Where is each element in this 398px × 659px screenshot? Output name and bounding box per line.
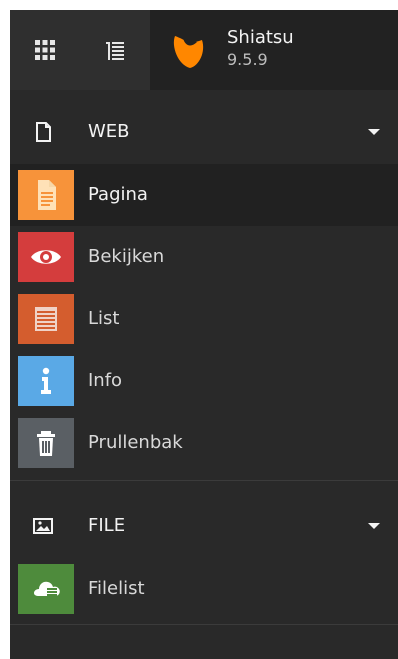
- image-icon: [31, 514, 55, 538]
- page-icon: [18, 170, 74, 220]
- section-divider: [10, 480, 398, 481]
- section-web[interactable]: WEB: [10, 100, 398, 164]
- filelist-icon: [18, 564, 74, 614]
- info-icon: [18, 356, 74, 406]
- module-info-label: Info: [88, 370, 123, 391]
- bottom-padding: [10, 625, 398, 659]
- module-bekijken[interactable]: Bekijken: [10, 226, 398, 288]
- module-list[interactable]: List: [10, 288, 398, 350]
- site-brand[interactable]: Shiatsu 9.5.9: [150, 10, 398, 90]
- document-icon: [31, 120, 55, 144]
- section-file-label: FILE: [88, 515, 126, 536]
- topbar-left: [10, 10, 150, 90]
- section-web-label: WEB: [88, 121, 130, 142]
- tree-list-icon: [105, 40, 125, 60]
- apps-grid-icon: [34, 39, 56, 61]
- eye-icon: [18, 232, 74, 282]
- site-version: 9.5.9: [227, 50, 268, 69]
- module-bekijken-label: Bekijken: [88, 246, 165, 267]
- module-prullenbak-label: Prullenbak: [88, 432, 183, 453]
- caret-down-icon[interactable]: [366, 520, 382, 532]
- topbar: Shiatsu 9.5.9: [10, 10, 398, 90]
- list-icon: [18, 294, 74, 344]
- module-pagina[interactable]: Pagina: [10, 164, 398, 226]
- section-file[interactable]: FILE: [10, 494, 398, 558]
- site-name: Shiatsu: [227, 27, 294, 48]
- module-filelist[interactable]: Filelist: [10, 558, 398, 620]
- module-list-label: List: [88, 308, 120, 329]
- module-filelist-label: Filelist: [88, 578, 145, 599]
- module-menu: Shiatsu 9.5.9 WEB Pagina Bekijken List I…: [10, 10, 398, 659]
- module-info[interactable]: Info: [10, 350, 398, 412]
- module-pagina-label: Pagina: [88, 184, 148, 205]
- tree-toggle-button[interactable]: [80, 10, 150, 90]
- caret-down-icon[interactable]: [366, 126, 382, 138]
- typo3-logo-icon: [168, 30, 210, 72]
- apps-button[interactable]: [10, 10, 80, 90]
- trash-icon: [18, 418, 74, 468]
- module-prullenbak[interactable]: Prullenbak: [10, 412, 398, 474]
